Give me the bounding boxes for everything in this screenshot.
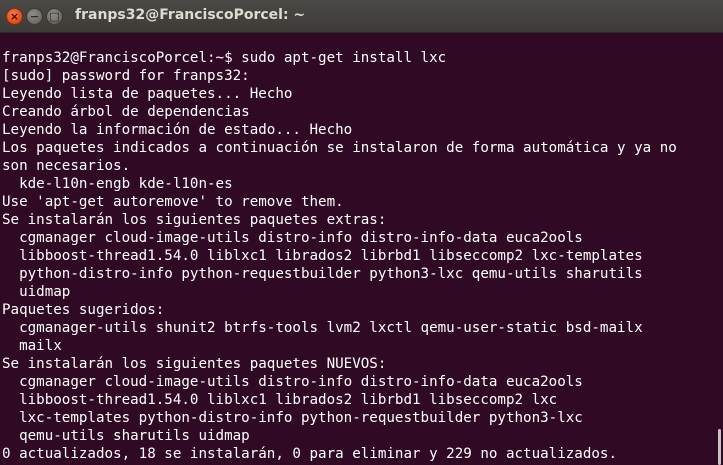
- minimize-button[interactable]: −: [26, 8, 43, 25]
- terminal-line: kde-l10n-engb kde-l10n-es: [2, 176, 233, 192]
- window-title: franps32@FranciscoPorcel: ~: [75, 7, 306, 23]
- terminal-line: Creando árbol de dependencias: [2, 104, 250, 120]
- close-button[interactable]: ×: [6, 8, 23, 25]
- terminal-line: Paquetes sugeridos:: [2, 302, 165, 318]
- terminal-line: uidmap: [2, 284, 71, 300]
- terminal-line: Leyendo la información de estado... Hech…: [2, 122, 353, 138]
- terminal-line: Se instalarán los siguientes paquetes ex…: [2, 212, 387, 228]
- terminal-line: libboost-thread1.54.0 liblxc1 librados2 …: [2, 248, 643, 264]
- terminal-line: cgmanager cloud-image-utils distro-info …: [2, 230, 583, 246]
- maximize-icon: □: [49, 10, 60, 23]
- terminal-line: python-distro-info python-requestbuilder…: [2, 266, 643, 282]
- terminal-line: son necesarios.: [2, 158, 131, 174]
- terminal-line: libboost-thread1.54.0 liblxc1 librados2 …: [2, 392, 558, 408]
- maximize-button[interactable]: □: [46, 8, 63, 25]
- close-icon: ×: [9, 10, 20, 23]
- minimize-icon: −: [29, 10, 40, 23]
- terminal-line: 0 actualizados, 18 se instalarán, 0 para…: [2, 446, 617, 462]
- terminal-line: cgmanager cloud-image-utils distro-info …: [2, 374, 583, 390]
- terminal-line: Use 'apt-get autoremove' to remove them.: [2, 194, 344, 210]
- terminal-line: mailx: [2, 338, 62, 354]
- terminal-line: [sudo] password for franps32:: [2, 68, 250, 84]
- terminal-line: cgmanager-utils shunit2 btrfs-tools lvm2…: [2, 320, 643, 336]
- terminal-line: Los paquetes indicados a continuación se…: [2, 140, 677, 156]
- terminal-line: Se instalarán los siguientes paquetes NU…: [2, 356, 387, 372]
- title-bar[interactable]: × − □ franps32@FranciscoPorcel: ~: [0, 0, 723, 33]
- terminal-window: × − □ franps32@FranciscoPorcel: ~ franps…: [0, 0, 723, 465]
- terminal-line: franps32@FranciscoPorcel:~$ sudo apt-get…: [2, 50, 447, 66]
- terminal-line: Leyendo lista de paquetes... Hecho: [2, 86, 293, 102]
- terminal-output[interactable]: franps32@FranciscoPorcel:~$ sudo apt-get…: [0, 33, 715, 465]
- terminal-line: lxc-templates python-distro-info python-…: [2, 410, 583, 426]
- scrollbar-thumb[interactable]: [718, 429, 721, 465]
- terminal-line: qemu-utils sharutils uidmap: [2, 428, 250, 444]
- scrollbar[interactable]: [715, 33, 723, 465]
